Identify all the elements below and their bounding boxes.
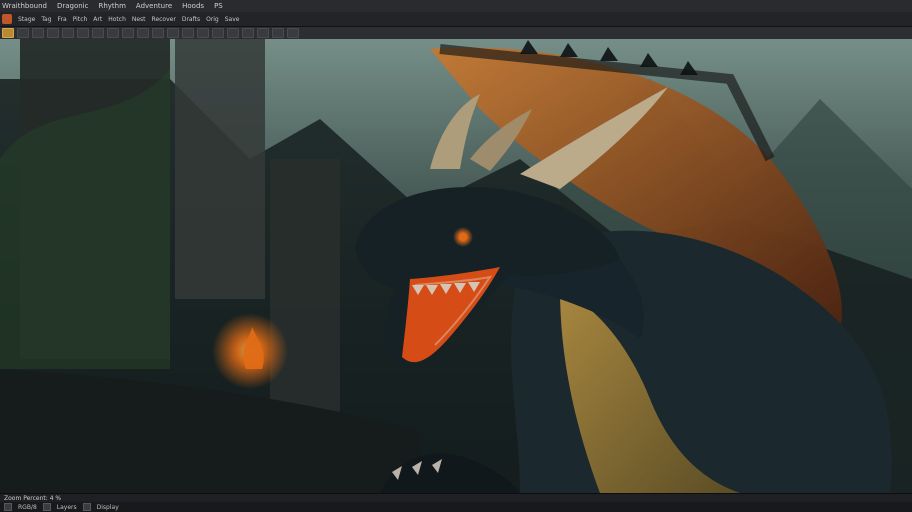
dragon-artwork — [0, 39, 912, 493]
menu-item[interactable]: Wraithbound — [2, 2, 47, 10]
toolbar-item[interactable]: Fra — [58, 16, 67, 23]
crop-icon[interactable] — [47, 28, 59, 38]
dodge-icon[interactable] — [152, 28, 164, 38]
toolbar-item[interactable]: Hotch — [108, 16, 126, 23]
menu-item[interactable]: Hoods — [182, 2, 204, 10]
toolbar-item[interactable]: Orig — [206, 16, 219, 23]
menu-item[interactable]: Adventure — [136, 2, 172, 10]
bottom-bar: RGB/8 Layers Display — [0, 502, 912, 512]
toolbar-item[interactable]: Nest — [132, 16, 146, 23]
eraser-icon[interactable] — [107, 28, 119, 38]
menu-item[interactable]: Dragonic — [57, 2, 89, 10]
bottom-item[interactable]: RGB/8 — [18, 504, 37, 511]
move-icon[interactable] — [2, 28, 14, 38]
zoom-status-text: Zoom Percent: 4 % — [4, 495, 62, 502]
brush-icon[interactable] — [77, 28, 89, 38]
path-icon[interactable] — [197, 28, 209, 38]
eyedropper-icon[interactable] — [62, 28, 74, 38]
document-canvas[interactable] — [0, 39, 912, 493]
toolbar-item[interactable]: Pitch — [73, 16, 88, 23]
toolbar-item[interactable]: Save — [225, 16, 240, 23]
menu-item[interactable]: PS — [214, 2, 223, 10]
toolbar-item[interactable]: Recover — [152, 16, 176, 23]
mask-icon[interactable] — [272, 28, 284, 38]
layers-icon[interactable] — [42, 503, 51, 511]
hand-icon[interactable] — [227, 28, 239, 38]
text-icon[interactable] — [182, 28, 194, 38]
photo-editor-window: Wraithbound Dragonic Rhythm Adventure Ho… — [0, 0, 912, 512]
toolbar-item[interactable]: Drafts — [182, 16, 200, 23]
marquee-icon[interactable] — [17, 28, 29, 38]
fg-bg-icon[interactable] — [257, 28, 269, 38]
display-icon[interactable] — [82, 503, 91, 511]
screen-mode-icon[interactable] — [287, 28, 299, 38]
toolbar-item[interactable]: Stage — [18, 16, 35, 23]
bottom-item[interactable]: Display — [97, 504, 119, 511]
gradient-icon[interactable] — [122, 28, 134, 38]
blur-icon[interactable] — [137, 28, 149, 38]
app-logo-icon — [2, 14, 12, 24]
menu-item[interactable]: Rhythm — [98, 2, 125, 10]
grid-icon[interactable] — [4, 503, 12, 511]
toolbar-item[interactable]: Art — [93, 16, 102, 23]
stamp-icon[interactable] — [92, 28, 104, 38]
shape-icon[interactable] — [212, 28, 224, 38]
pen-icon[interactable] — [167, 28, 179, 38]
toolbar-item[interactable]: Tag — [41, 16, 51, 23]
bottom-item[interactable]: Layers — [57, 504, 77, 511]
lasso-icon[interactable] — [32, 28, 44, 38]
zoom-icon[interactable] — [242, 28, 254, 38]
tool-toolbar: Stage Tag Fra Pitch Art Hotch Nest Recov… — [0, 12, 912, 27]
